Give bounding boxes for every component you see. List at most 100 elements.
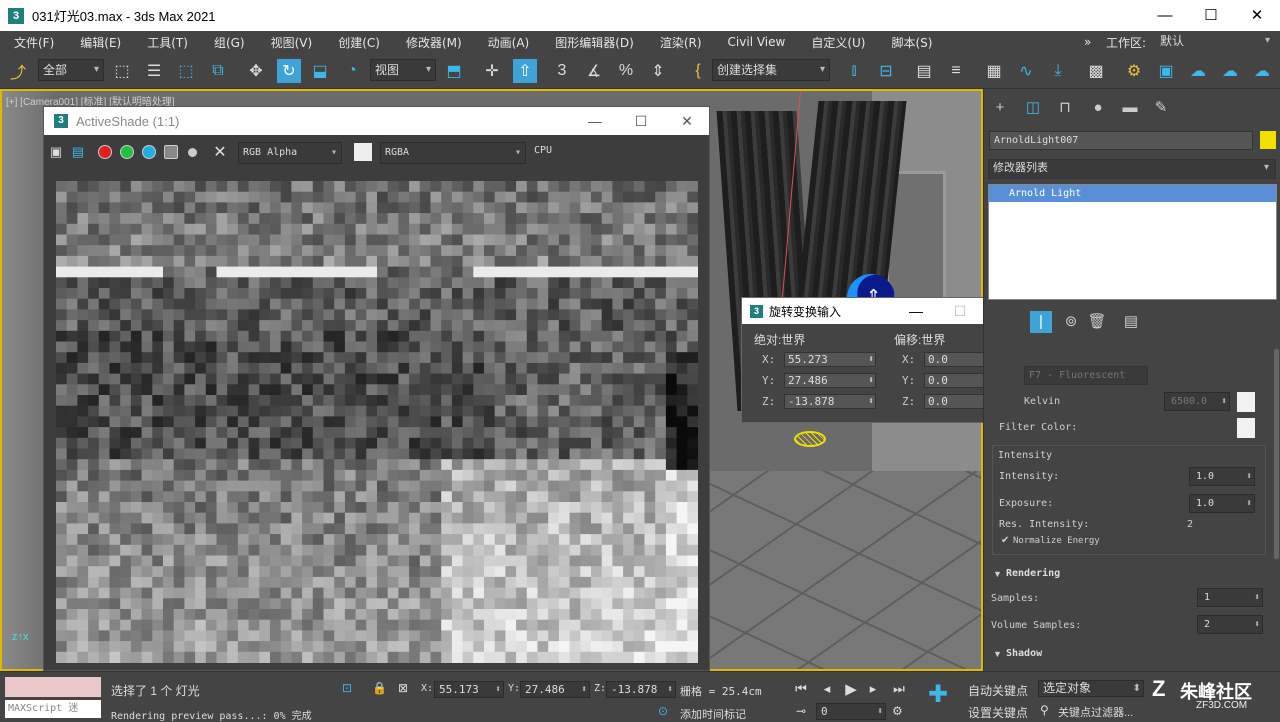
blue-channel-icon[interactable] [142, 145, 156, 159]
maxscript-listener[interactable] [5, 677, 101, 697]
create-tab-icon[interactable]: + [989, 97, 1011, 119]
menu-tools[interactable]: 工具(T) [133, 34, 200, 51]
green-channel-icon[interactable] [120, 145, 134, 159]
menu-modifiers[interactable]: 修改器(M) [392, 34, 474, 51]
selection-filter-dropdown[interactable]: 全部 [38, 59, 104, 81]
background-color-swatch[interactable] [354, 143, 372, 161]
absolute-mode-icon[interactable]: ⊠ [398, 681, 408, 695]
pivot-icon[interactable]: ⬒ [442, 59, 466, 83]
absolute-y-field[interactable]: 27.486 [784, 373, 876, 388]
set-key-button[interactable]: 设置关键点 [968, 704, 1028, 721]
material-editor-icon[interactable]: ▩ [1084, 59, 1108, 83]
spinner-snap-icon[interactable]: ⇕ [646, 59, 670, 83]
object-name-field[interactable]: ArnoldLight007 [989, 131, 1253, 150]
render-preview[interactable] [56, 181, 698, 663]
scale-icon[interactable]: ⬓ [308, 59, 332, 83]
goto-start-icon[interactable]: ⏮ [792, 681, 810, 697]
named-selection-dropdown[interactable]: 创建选择集 [712, 59, 830, 81]
layer-explorer-icon[interactable]: ≡ [944, 59, 968, 83]
x-coord-field[interactable]: 55.173 [434, 681, 504, 698]
rendered-frame-icon[interactable]: ▣ [1154, 59, 1178, 83]
angle-snap-icon[interactable]: ∡ [582, 59, 606, 83]
hierarchy-tab-icon[interactable]: ⊓ [1054, 97, 1076, 119]
menu-graph-editors[interactable]: 图形编辑器(D) [541, 34, 646, 51]
select-by-name-icon[interactable]: ☰ [142, 59, 166, 83]
dialog-minimize-button[interactable]: — [894, 298, 938, 324]
menu-file[interactable]: 文件(F) [0, 34, 66, 51]
show-end-result-icon[interactable]: ⊚ [1060, 311, 1082, 333]
play-icon[interactable]: ▶ [842, 680, 860, 698]
activeshade-titlebar[interactable]: 3 ActiveShade (1:1) — ☐ ✕ [44, 107, 709, 135]
pin-stack-icon[interactable]: | [1030, 311, 1052, 333]
display-mode-dropdown[interactable]: RGBA [380, 142, 526, 164]
volume-samples-field[interactable]: 2 [1197, 615, 1263, 634]
menu-group[interactable]: 组(G) [200, 34, 257, 51]
snap-toggle-icon[interactable]: 3 [550, 59, 574, 83]
render-icon[interactable]: ☁ [1186, 59, 1210, 83]
command-panel-scrollbar[interactable] [1274, 349, 1279, 559]
curve-editor-icon[interactable]: ∿ [1014, 59, 1038, 83]
z-coord-field[interactable]: -13.878 [606, 681, 676, 698]
normalize-checkbox-icon[interactable]: ✔ [1001, 535, 1009, 546]
rect-selection-icon[interactable]: ⬚ [174, 59, 198, 83]
auto-key-button[interactable]: 自动关键点 [968, 682, 1028, 699]
monochrome-icon[interactable] [188, 148, 197, 157]
schematic-icon[interactable]: ⤓ [1046, 59, 1070, 83]
kelvin-field[interactable]: 6500.0 [1164, 392, 1230, 411]
exposure-field[interactable]: 1.0 [1189, 494, 1255, 513]
window-crossing-icon[interactable]: ⧉ [206, 59, 230, 83]
key-mode-icon[interactable]: ⊸ [796, 704, 806, 718]
menu-scripting[interactable]: 脚本(S) [877, 34, 944, 51]
display-tab-icon[interactable]: ▬ [1119, 97, 1141, 119]
maxscript-input[interactable]: MAXScript 迷 [5, 700, 101, 718]
object-color-swatch[interactable] [1260, 131, 1276, 149]
activeshade-minimize-button[interactable]: — [572, 107, 618, 135]
rendering-section-label[interactable]: Rendering [1006, 568, 1060, 579]
current-frame-field[interactable]: 0 [816, 703, 886, 720]
workspace-dropdown[interactable]: 默认 [1156, 31, 1274, 52]
align-icon[interactable]: ⊟ [874, 59, 898, 83]
shadow-section-label[interactable]: Shadow [1006, 648, 1042, 659]
filter-color-swatch[interactable] [1237, 418, 1255, 438]
next-frame-icon[interactable]: ▸ [864, 681, 882, 697]
kelvin-color-swatch[interactable] [1237, 392, 1255, 412]
select-object-icon[interactable]: ⬚ [110, 59, 134, 83]
remove-modifier-icon[interactable]: 🗑 [1086, 311, 1108, 333]
menu-rendering[interactable]: 渲染(R) [646, 34, 714, 51]
menu-create[interactable]: 创建(C) [324, 34, 392, 51]
rotate-icon[interactable]: ↻ [277, 59, 301, 83]
configure-sets-icon[interactable]: ▤ [1120, 311, 1142, 333]
absolute-x-field[interactable]: 55.273 [784, 352, 876, 367]
close-button[interactable]: ✕ [1234, 0, 1280, 31]
menu-animation[interactable]: 动画(A) [474, 34, 542, 51]
rendering-collapse-icon[interactable]: ▼ [993, 569, 1002, 579]
intensity-field[interactable]: 1.0 [1189, 467, 1255, 486]
prev-frame-icon[interactable]: ◂ [818, 681, 836, 697]
menu-views[interactable]: 视图(V) [257, 34, 325, 51]
select-manipulate-icon[interactable]: ✛ [480, 59, 504, 83]
lock-selection-icon[interactable]: 🔒 [372, 681, 387, 695]
place-icon[interactable]: ◔ [340, 59, 364, 83]
modifier-list-dropdown[interactable]: 修改器列表 [988, 159, 1276, 179]
preset-dropdown[interactable]: F7 - Fluorescent [1024, 366, 1148, 385]
absolute-z-field[interactable]: -13.878 [784, 394, 876, 409]
move-icon[interactable]: ✥ [244, 59, 268, 83]
set-key-big-icon[interactable]: ✚ [928, 680, 948, 709]
menu-edit[interactable]: 编辑(E) [66, 34, 133, 51]
time-config-icon[interactable]: ⚙ [892, 704, 903, 718]
render-setup-icon[interactable]: ⚙ [1122, 59, 1146, 83]
modifier-stack[interactable]: Arnold Light [988, 184, 1277, 300]
utilities-tab-icon[interactable]: ✎ [1150, 97, 1172, 119]
isolate-icon[interactable]: ⊡ [342, 681, 352, 695]
activeshade-maximize-button[interactable]: ☐ [618, 107, 664, 135]
activeshade-icon[interactable]: ☁ [1250, 59, 1274, 83]
undo-icon[interactable]: ⤴ [6, 59, 30, 83]
shadow-collapse-icon[interactable]: ▼ [993, 649, 1002, 659]
samples-field[interactable]: 1 [1197, 588, 1263, 607]
stack-item-arnold-light[interactable]: Arnold Light [989, 185, 1276, 202]
minimize-button[interactable]: — [1142, 0, 1188, 31]
maximize-button[interactable]: ☐ [1188, 0, 1234, 31]
mirror-icon[interactable]: ⫾ [842, 59, 866, 83]
render-iterative-icon[interactable]: ☁ [1218, 59, 1242, 83]
percent-snap-icon[interactable]: % [614, 59, 638, 83]
